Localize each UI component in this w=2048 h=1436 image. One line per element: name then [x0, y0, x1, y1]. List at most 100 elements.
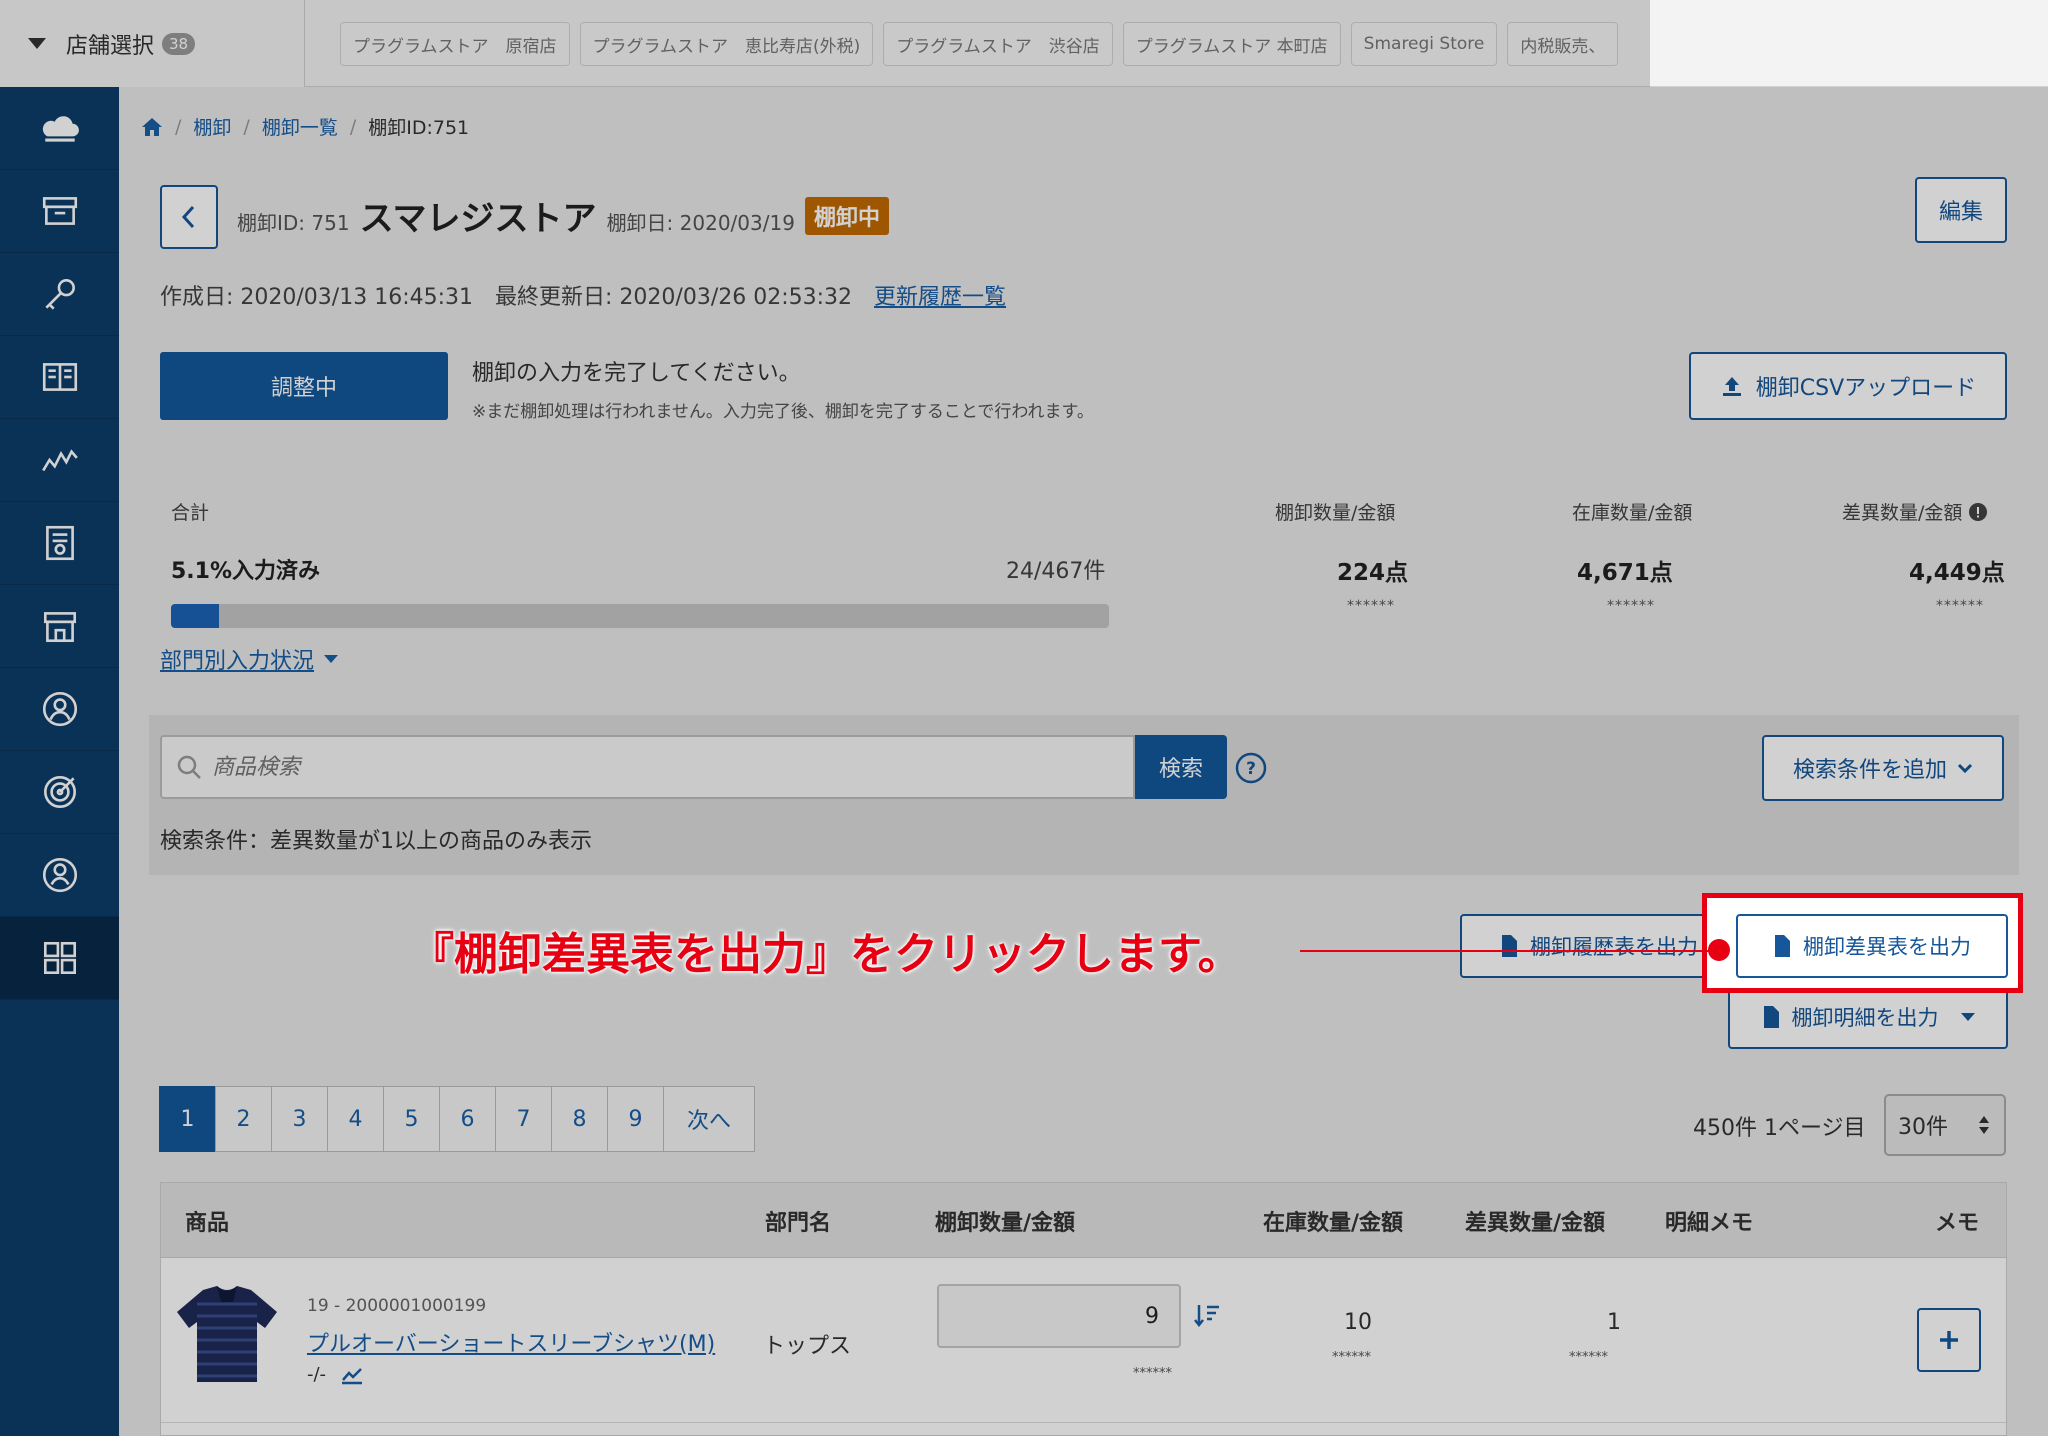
help-circle-icon[interactable]: ?: [1235, 752, 1267, 784]
store-tab[interactable]: Smaregi Store: [1350, 22, 1498, 66]
dept-status-link[interactable]: 部門別入力状況: [160, 643, 339, 675]
th-dept: 部門名: [765, 1211, 832, 1236]
file-icon: [1763, 1006, 1779, 1028]
top-bar: 店舗選択 38 プラグラムストア 原宿店 プラグラムストア 恵比寿店(外税) プ…: [0, 0, 2048, 87]
progress-text: 5.1%入力済み: [171, 559, 321, 584]
store-icon: [43, 612, 76, 643]
inventory-quantity: 10: [1344, 1310, 1372, 1335]
grid-icon: [43, 941, 76, 975]
page-button[interactable]: 8: [551, 1086, 608, 1152]
store-count-badge: 38: [162, 32, 196, 55]
stock-take-total: 224点: [1337, 560, 1409, 586]
next-page-button[interactable]: 次へ: [663, 1086, 755, 1152]
store-tab[interactable]: プラグラムストア 恵比寿店(外税): [579, 22, 874, 66]
chart-icon[interactable]: [340, 1365, 364, 1385]
edit-button[interactable]: 編集: [1915, 177, 2007, 243]
th-inventory: 在庫数量/金額: [1263, 1211, 1404, 1236]
report-icon: [45, 525, 74, 561]
csv-upload-label: 棚卸CSVアップロード: [1755, 376, 1977, 401]
add-condition-button[interactable]: 検索条件を追加: [1762, 735, 2004, 801]
pagination-info: 450件 1ページ目: [1693, 1116, 1866, 1141]
page-button[interactable]: 9: [607, 1086, 664, 1152]
sidebar-item-cloud[interactable]: [0, 87, 119, 170]
page-button[interactable]: 6: [439, 1086, 496, 1152]
sidebar-item-person[interactable]: [0, 834, 119, 917]
sidebar-item-customer[interactable]: [0, 668, 119, 751]
store-select-dropdown[interactable]: 店舗選択 38: [0, 0, 305, 87]
back-button[interactable]: [160, 185, 218, 249]
breadcrumb-stocktake-list[interactable]: 棚卸一覧: [262, 113, 338, 140]
diff-col-label-text: 差異数量/金額: [1842, 502, 1963, 524]
total-label: 合計: [171, 502, 210, 524]
history-link[interactable]: 更新履歴一覧: [874, 279, 1006, 311]
status-message-note: ※まだ棚卸処理は行われません。入力完了後、棚卸を完了することで行われます。: [472, 402, 1094, 422]
adjusting-button[interactable]: 調整中: [160, 352, 448, 420]
stocktake-id: 棚卸ID: 751: [237, 211, 350, 235]
caret-down-icon: [1960, 1013, 1975, 1021]
store-tab[interactable]: 内税販売、: [1507, 22, 1619, 66]
store-tab[interactable]: プラグラムストア 渋谷店: [883, 22, 1113, 66]
output-history-button[interactable]: 棚卸履歴表を出力: [1460, 914, 1738, 978]
product-sub: -/-: [307, 1364, 364, 1385]
per-page-select[interactable]: 30件: [1884, 1094, 2006, 1156]
page-button[interactable]: 3: [271, 1086, 328, 1152]
main-content: / 棚卸 / 棚卸一覧 / 棚卸ID:751 棚卸ID: 751 スマレジストア…: [119, 87, 2048, 1436]
add-memo-button[interactable]: [1917, 1308, 1981, 1372]
search-icon: [177, 755, 201, 779]
person-icon: [42, 857, 77, 893]
page-button[interactable]: 5: [383, 1086, 440, 1152]
status-message: 棚卸の入力を完了してください。 ※まだ棚卸処理は行われません。入力完了後、棚卸を…: [472, 355, 1094, 422]
breadcrumb-separator: /: [175, 115, 182, 138]
add-condition-label: 検索条件を追加: [1792, 758, 1947, 783]
page-button[interactable]: 7: [495, 1086, 552, 1152]
inventory-amount-masked: ******: [1607, 598, 1655, 614]
breadcrumb-stocktake[interactable]: 棚卸: [193, 113, 231, 140]
csv-upload-button[interactable]: 棚卸CSVアップロード: [1689, 352, 2007, 420]
chevron-down-icon: [1957, 763, 1973, 774]
book-icon: [42, 363, 77, 391]
sort-icon[interactable]: [1193, 1302, 1221, 1328]
table-header: 商品 部門名 棚卸数量/金額 在庫数量/金額 差異数量/金額 明細メモ メモ: [161, 1183, 2006, 1258]
search-condition-text: 検索条件：差異数量が1以上の商品のみ表示: [160, 829, 592, 854]
cloud-icon: [42, 116, 79, 142]
th-memo: メモ: [1935, 1211, 1980, 1236]
th-diff: 差異数量/金額: [1465, 1211, 1606, 1236]
diff-col-label: 差異数量/金額: [1842, 498, 1988, 525]
search-field[interactable]: [160, 735, 1135, 799]
output-detail-button[interactable]: 棚卸明細を出力: [1728, 985, 2008, 1049]
diff-amount-masked: ******: [1569, 1350, 1608, 1365]
key-icon: [44, 279, 75, 310]
upload-icon: [1722, 377, 1741, 396]
plus-icon: [1940, 1331, 1958, 1349]
store-tab[interactable]: プラグラムストア 原宿店: [340, 22, 570, 66]
product-code: 19 - 2000001000199: [307, 1296, 487, 1316]
product-name-link[interactable]: プルオーバーショートスリーブシャツ(M): [307, 1326, 715, 1358]
breadcrumb-separator: /: [349, 115, 357, 138]
diff-amount-masked: ******: [1936, 598, 1984, 614]
per-page-value: 30件: [1898, 1115, 1948, 1140]
product-thumbnail: [177, 1286, 277, 1382]
svg-text:?: ?: [1246, 759, 1256, 779]
output-history-label: 棚卸履歴表を出力: [1530, 935, 1698, 959]
search-button[interactable]: 検索: [1135, 735, 1227, 799]
page-button[interactable]: 4: [327, 1086, 384, 1152]
chart-line-icon: [41, 449, 78, 472]
sidebar-item-target[interactable]: [0, 751, 119, 834]
search-input[interactable]: [212, 754, 1112, 780]
page-button[interactable]: 2: [215, 1086, 272, 1152]
sidebar-item-book[interactable]: [0, 336, 119, 419]
home-icon[interactable]: [141, 117, 163, 137]
store-tab[interactable]: プラグラムストア 本町店: [1122, 22, 1341, 66]
sidebar-item-key[interactable]: [0, 253, 119, 336]
store-name: スマレジストア: [359, 199, 597, 239]
sidebar-item-apps[interactable]: [0, 917, 119, 1000]
sidebar-item-report[interactable]: [0, 502, 119, 585]
sidebar-item-analytics[interactable]: [0, 419, 119, 502]
sidebar-item-archive[interactable]: [0, 170, 119, 253]
diff-quantity: 1: [1607, 1310, 1621, 1335]
stock-take-quantity-input[interactable]: 9: [937, 1284, 1181, 1348]
stock-take-quantity-value: 9: [1145, 1303, 1159, 1329]
sidebar-item-store[interactable]: [0, 585, 119, 668]
page-button[interactable]: 1: [159, 1086, 216, 1152]
info-icon[interactable]: [1968, 502, 1988, 522]
